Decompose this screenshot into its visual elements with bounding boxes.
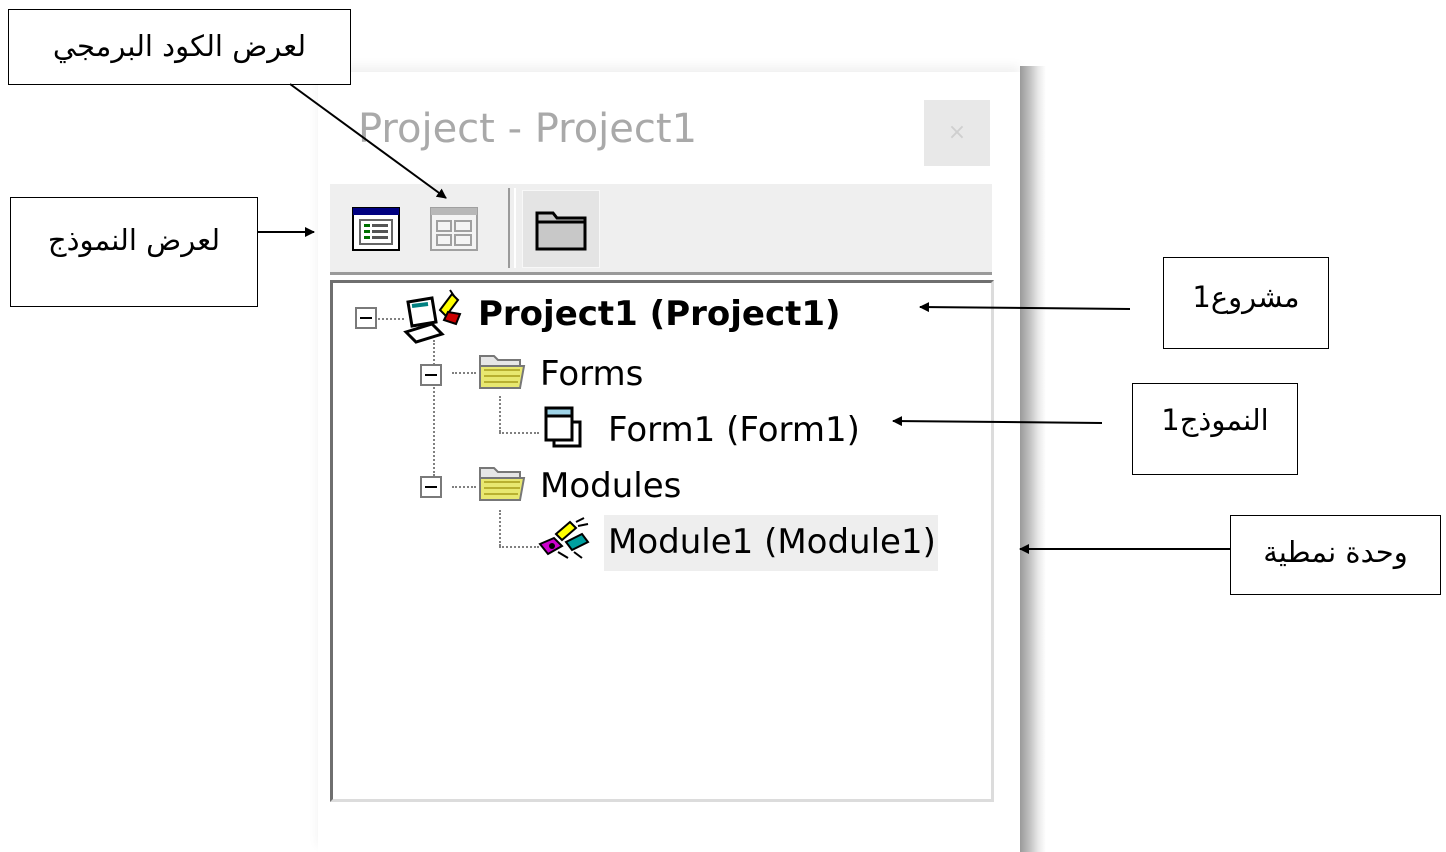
arrow-project1 — [919, 302, 1131, 313]
arrow-view-code — [289, 83, 447, 199]
arrow-form1 — [892, 416, 1103, 427]
annotation-arrows — [258, 83, 1230, 554]
